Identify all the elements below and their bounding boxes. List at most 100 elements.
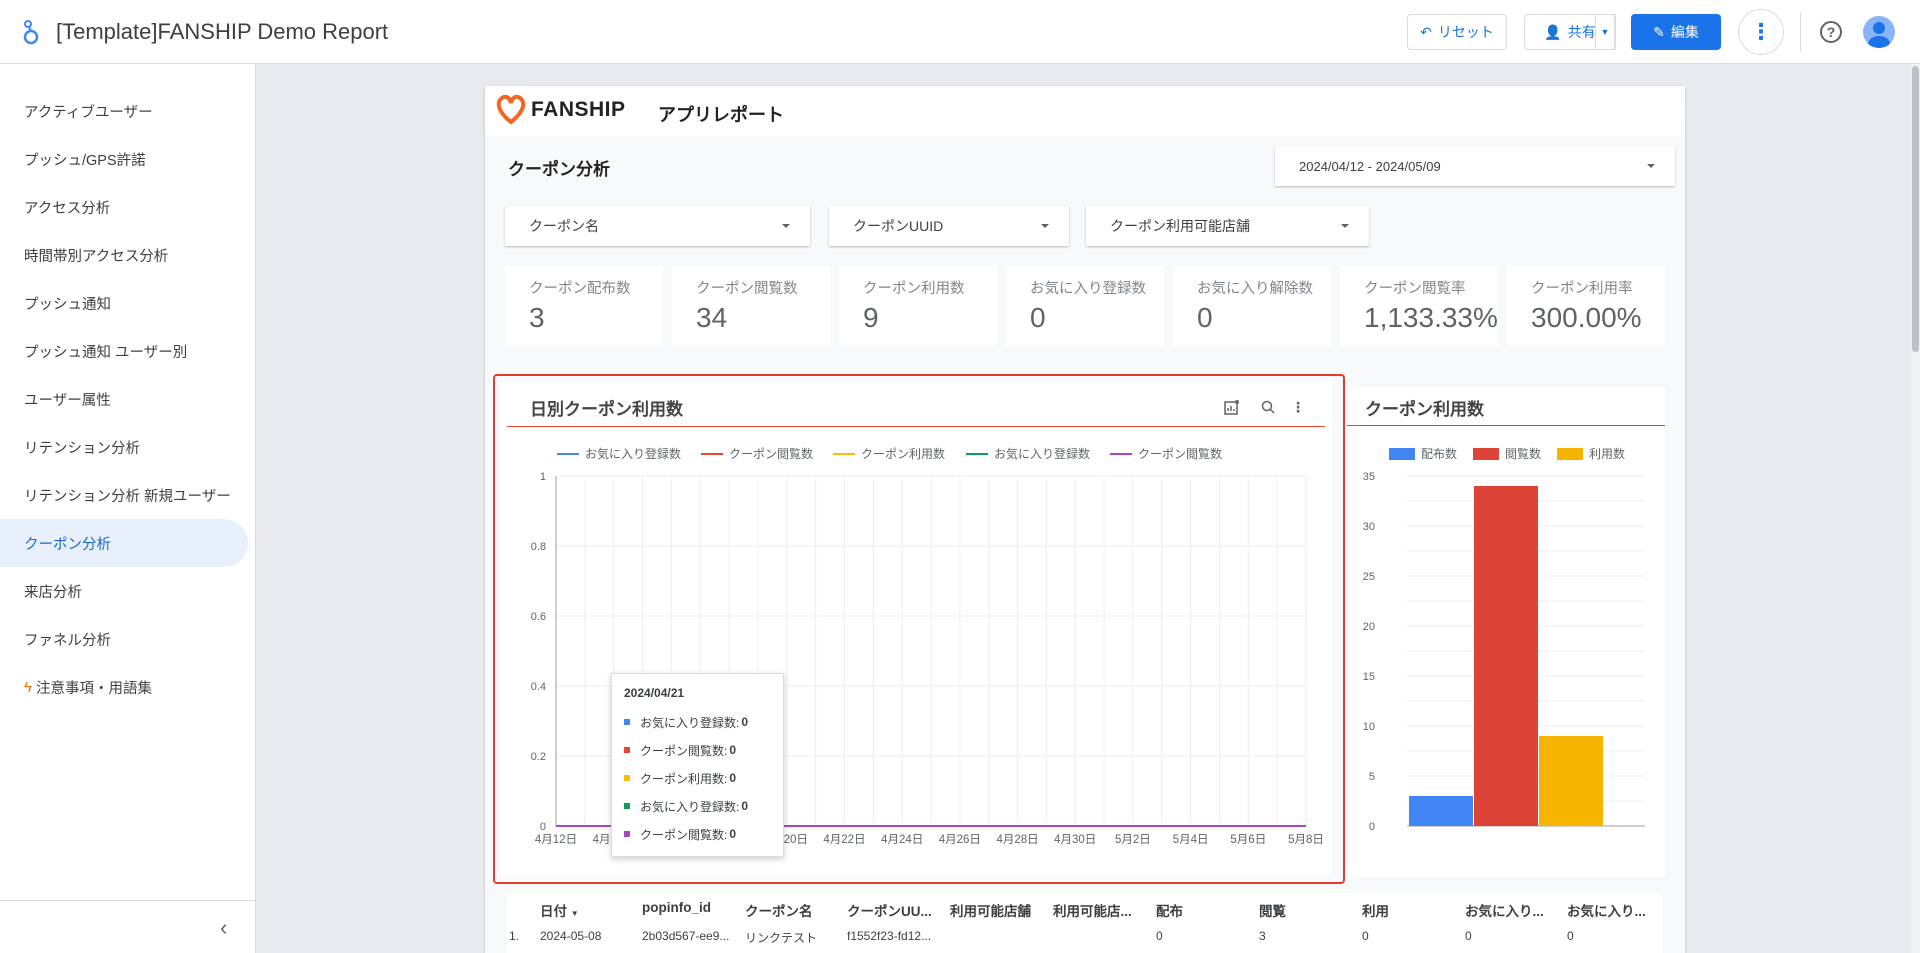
series-swatch bbox=[624, 803, 630, 809]
column-header-favorite-1[interactable]: お気に入り... bbox=[1465, 900, 1544, 920]
coupon-uuid-filter[interactable]: クーポンUUID bbox=[829, 206, 1069, 246]
brand-name: FANSHIP bbox=[531, 98, 626, 121]
title-underline bbox=[1347, 425, 1665, 426]
chevron-left-icon[interactable]: ‹ bbox=[220, 915, 227, 941]
column-header-date[interactable]: 日付 ▼ bbox=[540, 900, 579, 920]
sidebar-item-label: リテンション分析 新規ユーザー bbox=[24, 488, 231, 505]
column-header-distributed[interactable]: 配布 bbox=[1156, 900, 1183, 920]
reset-button-label: リセット bbox=[1437, 24, 1494, 40]
lightning-icon: ϟ bbox=[24, 678, 32, 696]
y-tick-label: 25 bbox=[1363, 571, 1375, 583]
sidebar-item-push-notification[interactable]: プッシュ通知 bbox=[0, 279, 248, 327]
sidebar-item-hourly-access[interactable]: 時間帯別アクセス分析 bbox=[0, 231, 248, 279]
sidebar-item-label: リテンション分析 bbox=[24, 440, 140, 457]
edit-button[interactable]: ✎ 編集 bbox=[1631, 14, 1721, 50]
column-header-viewed[interactable]: 閲覧 bbox=[1259, 900, 1286, 920]
tooltip-series-name: クーポン閲覧数: bbox=[640, 743, 728, 758]
sidebar-item-funnel-analysis[interactable]: ファネル分析 bbox=[0, 615, 248, 663]
share-dropdown-button[interactable]: ▼ bbox=[1595, 14, 1615, 50]
sidebar-item-label: アクセス分析 bbox=[24, 200, 111, 217]
kpi-value: 3 bbox=[529, 302, 545, 333]
sidebar-item-push-by-user[interactable]: プッシュ通知 ユーザー別 bbox=[0, 327, 248, 375]
filter-label: クーポン利用可能店舗 bbox=[1110, 218, 1250, 234]
tooltip-value: 0 bbox=[741, 715, 749, 729]
sidebar-item-label: 時間帯別アクセス分析 bbox=[24, 248, 169, 265]
tooltip-value: 0 bbox=[741, 799, 749, 813]
sidebar-item-access-analysis[interactable]: アクセス分析 bbox=[0, 183, 248, 231]
y-tick-label: 5 bbox=[1369, 771, 1375, 783]
y-tick-label: 30 bbox=[1363, 521, 1375, 533]
sidebar-item-visit-analysis[interactable]: 来店分析 bbox=[0, 567, 248, 615]
scrollbar-thumb[interactable] bbox=[1912, 66, 1919, 352]
y-tick-label: 15 bbox=[1363, 671, 1375, 683]
fanship-logo-icon bbox=[496, 94, 526, 124]
sidebar-item-notes-glossary[interactable]: ϟ 注意事項・用語集 bbox=[0, 663, 248, 711]
column-header-popinfo-id[interactable]: popinfo_id bbox=[642, 900, 711, 915]
sidebar-item-push-gps[interactable]: プッシュ/GPS許諾 bbox=[0, 135, 248, 183]
avatar[interactable] bbox=[1863, 16, 1895, 48]
sidebar-item-user-attributes[interactable]: ユーザー属性 bbox=[0, 375, 248, 423]
sidebar-item-coupon-analysis[interactable]: クーポン分析 bbox=[0, 519, 248, 567]
report-header: FANSHIP アプリレポート bbox=[485, 86, 1685, 136]
date-range-picker[interactable]: 2024/04/12 - 2024/05/09 bbox=[1275, 146, 1675, 186]
sidebar-item-active-users[interactable]: アクティブユーザー bbox=[0, 87, 248, 135]
toolbar-divider bbox=[1800, 12, 1801, 52]
kpi-label: お気に入り登録数 bbox=[1030, 281, 1146, 297]
sidebar-item-label: ユーザー属性 bbox=[24, 392, 111, 409]
date-range-value: 2024/04/12 - 2024/05/09 bbox=[1299, 158, 1441, 174]
table-cell: 0 bbox=[1362, 929, 1369, 943]
y-tick-label: 10 bbox=[1363, 721, 1375, 733]
kpi-coupon-usage: クーポン利用数 9 bbox=[839, 266, 997, 346]
kpi-value: 300.00% bbox=[1531, 302, 1642, 333]
tooltip-value: 0 bbox=[729, 743, 737, 757]
sidebar-item-label: 来店分析 bbox=[24, 584, 82, 601]
coupon-name-filter[interactable]: クーポン名 bbox=[505, 206, 810, 246]
looker-studio-logo-icon bbox=[23, 20, 39, 45]
kpi-favorite-removals: お気に入り解除数 0 bbox=[1173, 266, 1331, 346]
kpi-label: クーポン閲覧率 bbox=[1364, 281, 1466, 297]
pencil-icon: ✎ bbox=[1653, 23, 1665, 40]
column-header-coupon-name[interactable]: クーポン名 bbox=[745, 900, 813, 920]
kpi-value: 0 bbox=[1030, 302, 1046, 333]
legend-label: 利用数 bbox=[1589, 446, 1625, 461]
series-swatch bbox=[624, 775, 630, 781]
kpi-value: 9 bbox=[863, 302, 879, 333]
y-tick-label: 35 bbox=[1363, 471, 1375, 483]
table-cell: f1552f23-fd12... bbox=[847, 929, 932, 943]
column-header-favorite-2[interactable]: お気に入り... bbox=[1567, 900, 1646, 920]
bar bbox=[1474, 486, 1538, 826]
caret-down-icon: ▼ bbox=[1600, 27, 1610, 37]
chart-title: クーポン利用数 bbox=[1365, 400, 1484, 419]
kpi-value: 1,133.33% bbox=[1364, 302, 1498, 333]
column-header-used[interactable]: 利用 bbox=[1362, 900, 1389, 920]
kpi-label: クーポン配布数 bbox=[529, 281, 631, 297]
kpi-label: お気に入り解除数 bbox=[1197, 281, 1313, 297]
reset-button[interactable]: ↶ リセット bbox=[1407, 14, 1507, 50]
column-header-coupon-uuid[interactable]: クーポンUU... bbox=[847, 900, 932, 920]
bar bbox=[1409, 796, 1473, 826]
more-vert-icon: ⋮ bbox=[1750, 19, 1772, 44]
add-person-icon: 👤 bbox=[1544, 23, 1562, 40]
sidebar-item-label: プッシュ/GPS許諾 bbox=[24, 152, 146, 169]
share-button-label: 共有 bbox=[1567, 24, 1596, 40]
more-options-button[interactable]: ⋮ bbox=[1738, 9, 1784, 55]
column-header-available-store-2[interactable]: 利用可能店... bbox=[1053, 900, 1132, 920]
coupon-store-filter[interactable]: クーポン利用可能店舗 bbox=[1086, 206, 1369, 246]
help-icon[interactable]: ? bbox=[1820, 21, 1842, 43]
legend-swatch bbox=[1557, 448, 1583, 460]
sidebar-item-label: アクティブユーザー bbox=[24, 104, 153, 121]
undo-icon: ↶ bbox=[1420, 23, 1432, 40]
row-index: 1. bbox=[509, 929, 520, 943]
kpi-coupon-views: クーポン閲覧数 34 bbox=[672, 266, 830, 346]
kpi-value: 34 bbox=[696, 302, 728, 333]
sidebar-item-retention-new-users[interactable]: リテンション分析 新規ユーザー bbox=[0, 471, 248, 519]
chart-tooltip: 2024/04/21 お気に入り登録数: 0 クーポン閲覧数: 0 クーポン利用数:… bbox=[611, 673, 784, 857]
column-header-available-store[interactable]: 利用可能店舗 bbox=[950, 900, 1031, 920]
legend-swatch bbox=[1473, 448, 1499, 460]
sidebar-item-retention[interactable]: リテンション分析 bbox=[0, 423, 248, 471]
tooltip-series-name: お気に入り登録数: bbox=[640, 715, 740, 730]
sidebar-item-label: プッシュ通知 ユーザー別 bbox=[24, 344, 188, 361]
sidebar: アクティブユーザー プッシュ/GPS許諾 アクセス分析 時間帯別アクセス分析 プ… bbox=[0, 64, 256, 953]
tooltip-row: お気に入り登録数: 0 bbox=[624, 708, 783, 736]
edit-button-label: 編集 bbox=[1670, 24, 1699, 40]
